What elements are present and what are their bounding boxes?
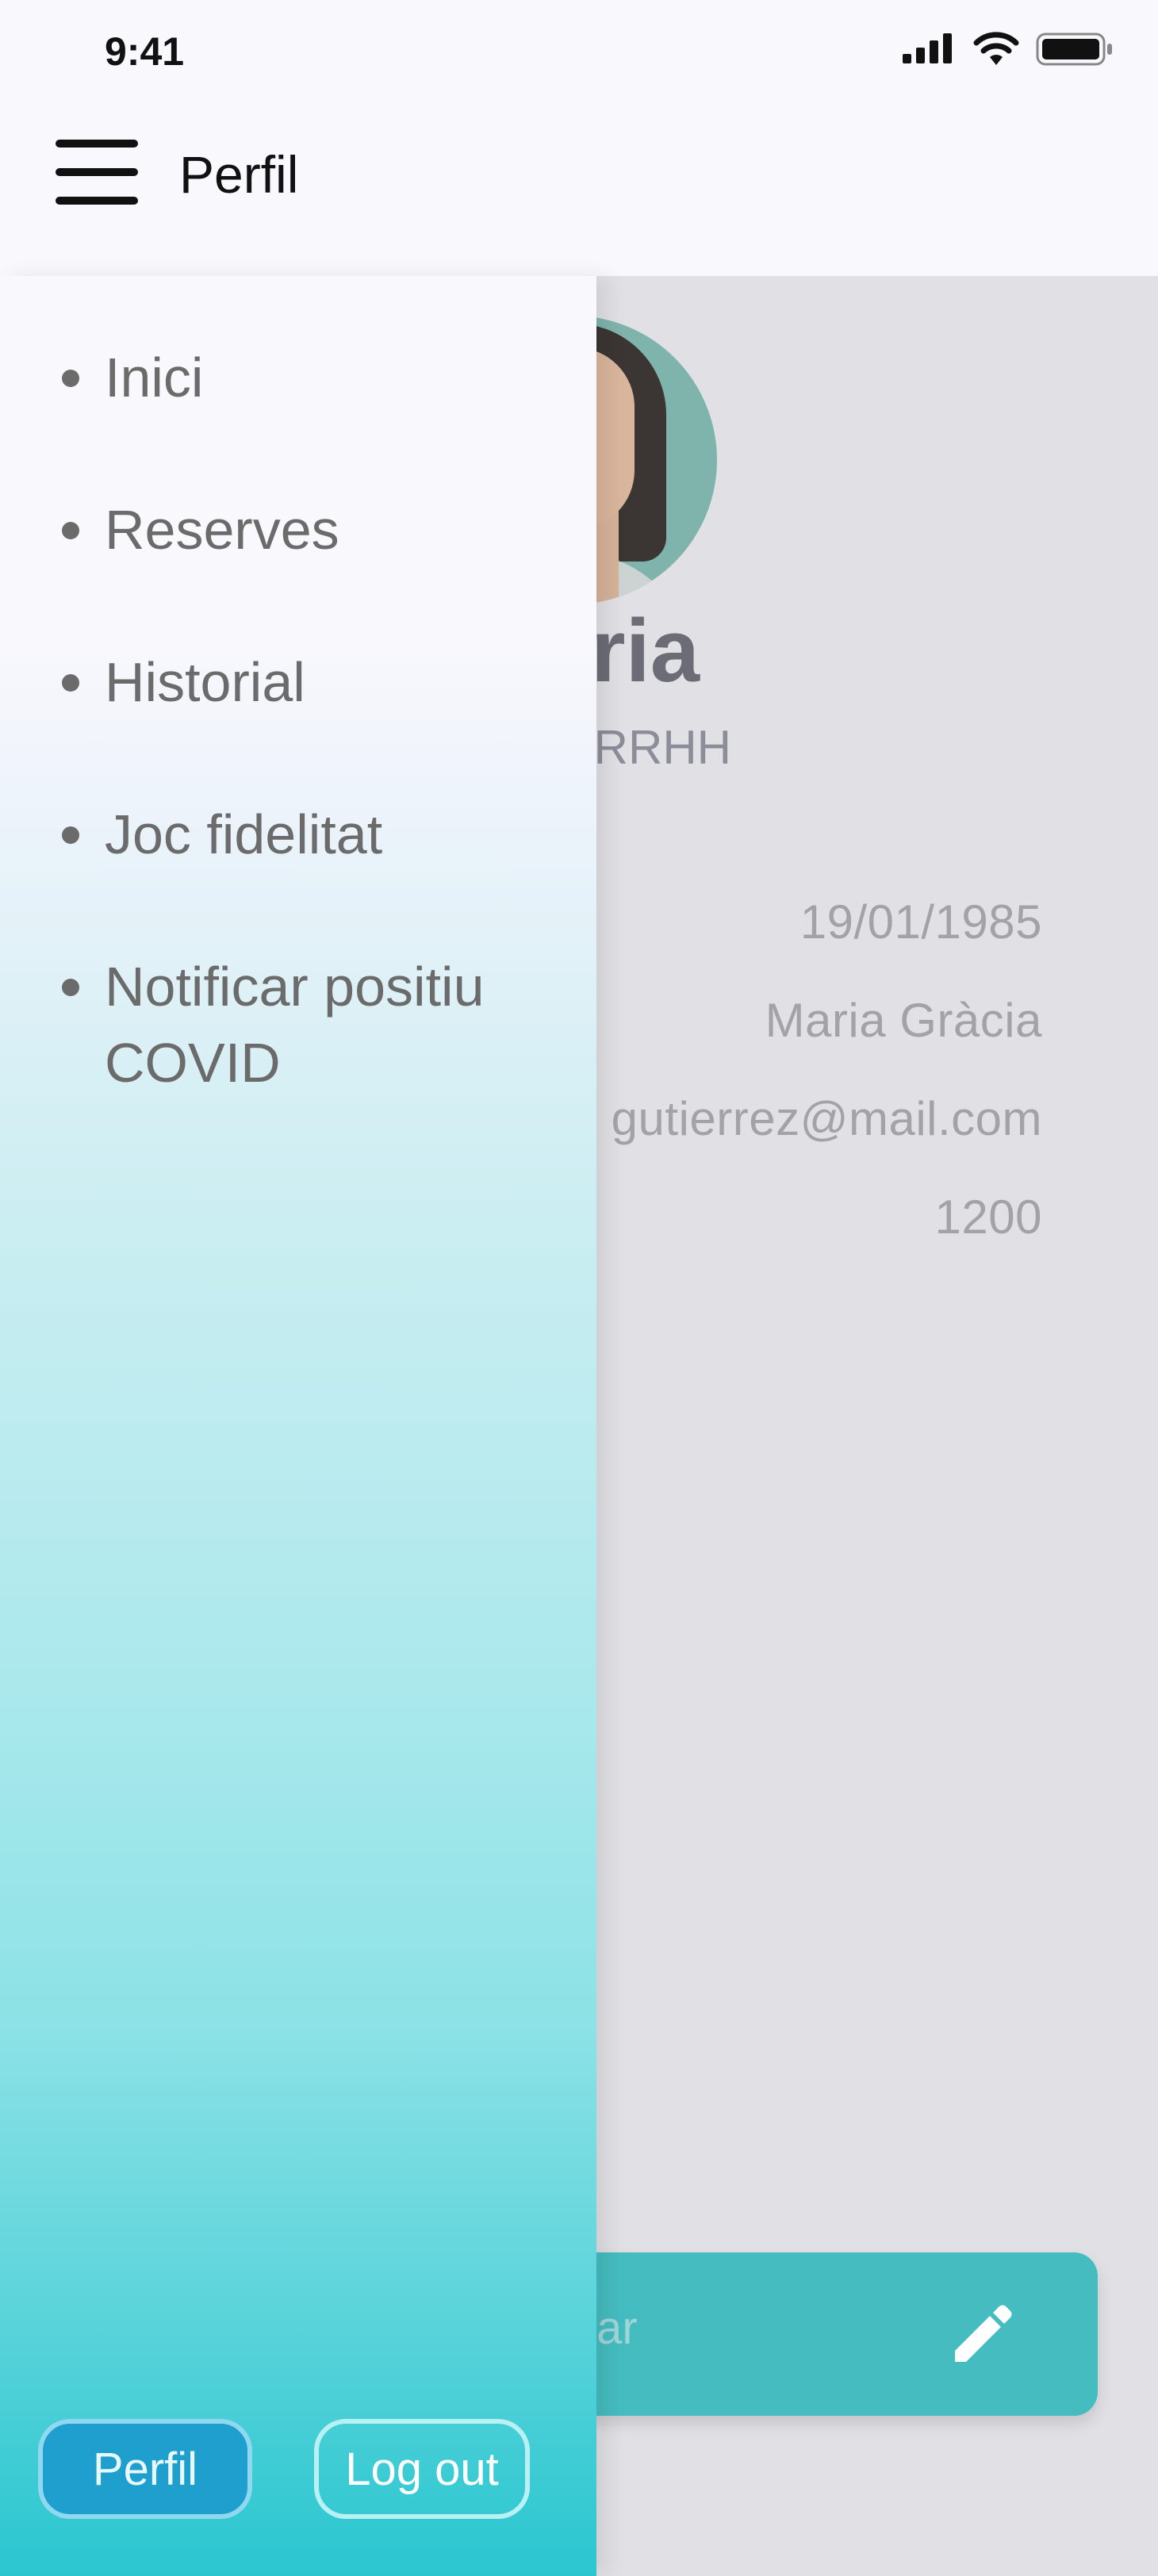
email-value: gutierrez@mail.com (611, 1092, 1042, 1145)
status-bar: 9:41 (0, 0, 1158, 111)
profile-name: ria (591, 601, 700, 700)
birth-date-value: 19/01/1985 (799, 895, 1042, 949)
cellular-signal-icon (903, 33, 952, 63)
points-value: 1200 (934, 1190, 1042, 1244)
menu-item-historial[interactable]: Historial (56, 644, 563, 720)
logout-button[interactable]: Log out (314, 2419, 530, 2519)
wifi-icon (973, 32, 1019, 65)
status-time: 9:41 (105, 29, 185, 74)
menu-item-joc-fidelitat[interactable]: Joc fidelitat (56, 796, 563, 872)
app-header: Perfil (0, 111, 1158, 276)
perfil-button[interactable]: Perfil (38, 2419, 252, 2519)
status-icons (901, 32, 1114, 67)
menu-item-reserves[interactable]: Reserves (56, 492, 563, 568)
profile-role: RRHH (593, 721, 731, 774)
drawer-menu: Inici Reserves Historial Joc fidelitat N… (56, 339, 563, 1101)
navigation-drawer: Inici Reserves Historial Joc fidelitat N… (0, 276, 596, 2576)
page-title: Perfil (179, 145, 299, 204)
menu-item-notificar-covid[interactable]: Notificar positiu COVID (56, 949, 563, 1101)
full-name-value: Maria Gràcia (765, 994, 1042, 1047)
pencil-icon (955, 2305, 1012, 2362)
hamburger-menu-icon[interactable] (56, 140, 138, 205)
menu-item-inici[interactable]: Inici (56, 339, 563, 416)
battery-icon (1036, 33, 1112, 66)
